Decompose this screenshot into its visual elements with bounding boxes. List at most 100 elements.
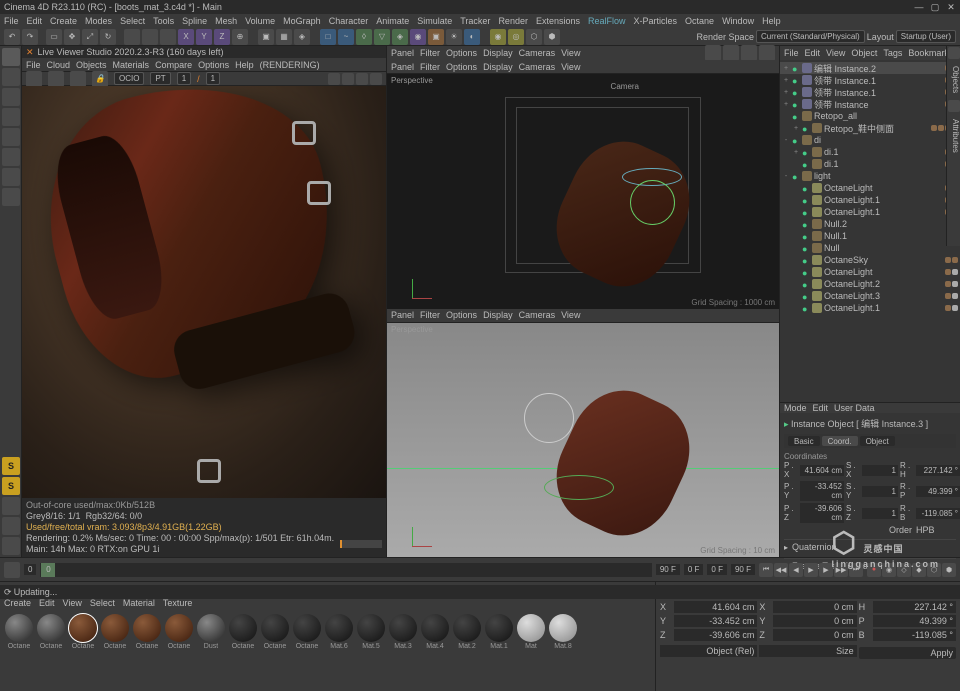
vp-nav-icon[interactable]: [759, 45, 775, 61]
coord-button[interactable]: ⊕: [232, 29, 248, 45]
material-menu-item[interactable]: Texture: [163, 598, 193, 608]
material-menu-item[interactable]: View: [63, 598, 82, 608]
vp-menu-item[interactable]: View: [561, 62, 580, 72]
menu-help[interactable]: Help: [762, 16, 781, 26]
menu-mesh[interactable]: Mesh: [215, 16, 237, 26]
move-tool[interactable]: ✥: [64, 29, 80, 45]
expand-icon[interactable]: -: [782, 173, 790, 180]
objects-tab[interactable]: Objects: [947, 62, 960, 97]
timeline-end[interactable]: 90 F: [656, 564, 680, 575]
goto-end-button[interactable]: ⏭: [849, 563, 863, 577]
visibility-icon[interactable]: ●: [792, 88, 800, 96]
octane-button[interactable]: ⬢: [544, 29, 560, 45]
apply-button[interactable]: Apply: [859, 647, 956, 659]
octane-button[interactable]: ⬡: [526, 29, 542, 45]
spline-button[interactable]: ~: [338, 29, 354, 45]
texture-mode-button[interactable]: [2, 168, 20, 186]
attr-tab[interactable]: Basic: [788, 436, 820, 446]
autokey-button[interactable]: ◉: [882, 563, 896, 577]
order-dropdown[interactable]: HPB: [916, 525, 956, 535]
tree-row[interactable]: ●OctaneLight.1: [780, 302, 960, 314]
menu-spline[interactable]: Spline: [182, 16, 207, 26]
lv-icon[interactable]: [328, 73, 340, 85]
object-mode-button[interactable]: [2, 68, 20, 86]
lv-menu-item[interactable]: (RENDERING): [260, 60, 320, 70]
menu-modes[interactable]: Modes: [85, 16, 112, 26]
timeline-min[interactable]: 0 F: [707, 564, 727, 575]
coord-value[interactable]: 41.604 cm: [800, 465, 844, 476]
tag-icons[interactable]: [945, 293, 958, 299]
visibility-icon[interactable]: ●: [802, 148, 810, 156]
expand-icon[interactable]: +: [782, 101, 790, 108]
lv-tool-button[interactable]: [70, 71, 86, 87]
key-button[interactable]: ◆: [912, 563, 926, 577]
pos-input[interactable]: -33.452 cm: [674, 615, 757, 627]
expand-icon[interactable]: +: [782, 65, 790, 72]
timeline-ruler[interactable]: 0: [40, 563, 651, 577]
lv-dropdown[interactable]: PT: [150, 72, 170, 85]
menu-select[interactable]: Select: [120, 16, 145, 26]
tree-row[interactable]: +●领带 Instance.1: [780, 86, 960, 98]
visibility-icon[interactable]: ●: [792, 172, 800, 180]
octane-button[interactable]: ◉: [490, 29, 506, 45]
snap-button[interactable]: [2, 517, 20, 535]
redo-button[interactable]: ↷: [22, 29, 38, 45]
xyz-tool[interactable]: Y: [196, 29, 212, 45]
tree-row[interactable]: ●OctaneLight: [780, 266, 960, 278]
vp-menu-item[interactable]: Panel: [391, 48, 414, 58]
scene-button[interactable]: ◐: [464, 29, 480, 45]
material-menu-item[interactable]: Edit: [39, 598, 55, 608]
render-button[interactable]: ▣: [258, 29, 274, 45]
tree-row[interactable]: ●OctaneSky: [780, 254, 960, 266]
tree-row[interactable]: ●Null: [780, 242, 960, 254]
coord-value[interactable]: -33.452 cm: [800, 481, 844, 501]
lv-tool-button[interactable]: [26, 71, 42, 87]
tree-row[interactable]: -●light: [780, 170, 960, 182]
primitive-button[interactable]: □: [320, 29, 336, 45]
vp-menu-item[interactable]: Display: [483, 62, 513, 72]
obj-menu-item[interactable]: Tags: [883, 48, 902, 58]
timeline-cur[interactable]: 0 F: [684, 564, 704, 575]
lv-menu-item[interactable]: Materials: [113, 60, 150, 70]
material-item[interactable]: Mat.1: [484, 614, 514, 650]
material-item[interactable]: Octane: [260, 614, 290, 650]
tree-row[interactable]: +●领带 Instance.1: [780, 74, 960, 86]
play-button[interactable]: ▶: [804, 563, 818, 577]
tag-icons[interactable]: [945, 269, 958, 275]
attr-tab[interactable]: Coord.: [822, 436, 858, 446]
vp-menu-item[interactable]: Cameras: [519, 62, 556, 72]
light-button[interactable]: ☀: [446, 29, 462, 45]
timeline-max[interactable]: 90 F: [731, 564, 755, 575]
tree-row[interactable]: ●OctaneLight.1: [780, 194, 960, 206]
visibility-icon[interactable]: ●: [802, 304, 810, 312]
obj-menu-item[interactable]: File: [784, 48, 799, 58]
vp-menu-item[interactable]: Panel: [391, 310, 414, 320]
tree-row[interactable]: -●di: [780, 134, 960, 146]
lv-icon[interactable]: [342, 73, 354, 85]
close-button[interactable]: ✕: [946, 2, 956, 12]
field-button[interactable]: ◉: [410, 29, 426, 45]
undo-button[interactable]: ↶: [4, 29, 20, 45]
object-tree[interactable]: +●编辑 Instance.2+●领带 Instance.1+●领带 Insta…: [780, 60, 960, 402]
menu-volume[interactable]: Volume: [245, 16, 275, 26]
expand-icon[interactable]: +: [792, 125, 800, 132]
visibility-icon[interactable]: ●: [802, 256, 810, 264]
material-item[interactable]: Octane: [292, 614, 322, 650]
lv-menu-item[interactable]: Cloud: [47, 60, 71, 70]
minimize-button[interactable]: —: [914, 2, 924, 12]
rot-input[interactable]: -119.085 °: [873, 629, 956, 641]
material-item[interactable]: Octane: [164, 614, 194, 650]
menu-animate[interactable]: Animate: [376, 16, 409, 26]
maximize-button[interactable]: ▢: [930, 2, 940, 12]
expand-icon[interactable]: +: [782, 89, 790, 96]
poly-mode-button[interactable]: [2, 148, 20, 166]
vp-menu-item[interactable]: Options: [446, 310, 477, 320]
generator-button[interactable]: ▽: [374, 29, 390, 45]
visibility-icon[interactable]: ●: [802, 196, 810, 204]
tree-row[interactable]: ●OctaneLight.1: [780, 206, 960, 218]
tool-button[interactable]: [124, 29, 140, 45]
menu-tracker[interactable]: Tracker: [460, 16, 490, 26]
visibility-icon[interactable]: ●: [802, 220, 810, 228]
tweak-button[interactable]: [2, 497, 20, 515]
obj-menu-item[interactable]: View: [826, 48, 845, 58]
